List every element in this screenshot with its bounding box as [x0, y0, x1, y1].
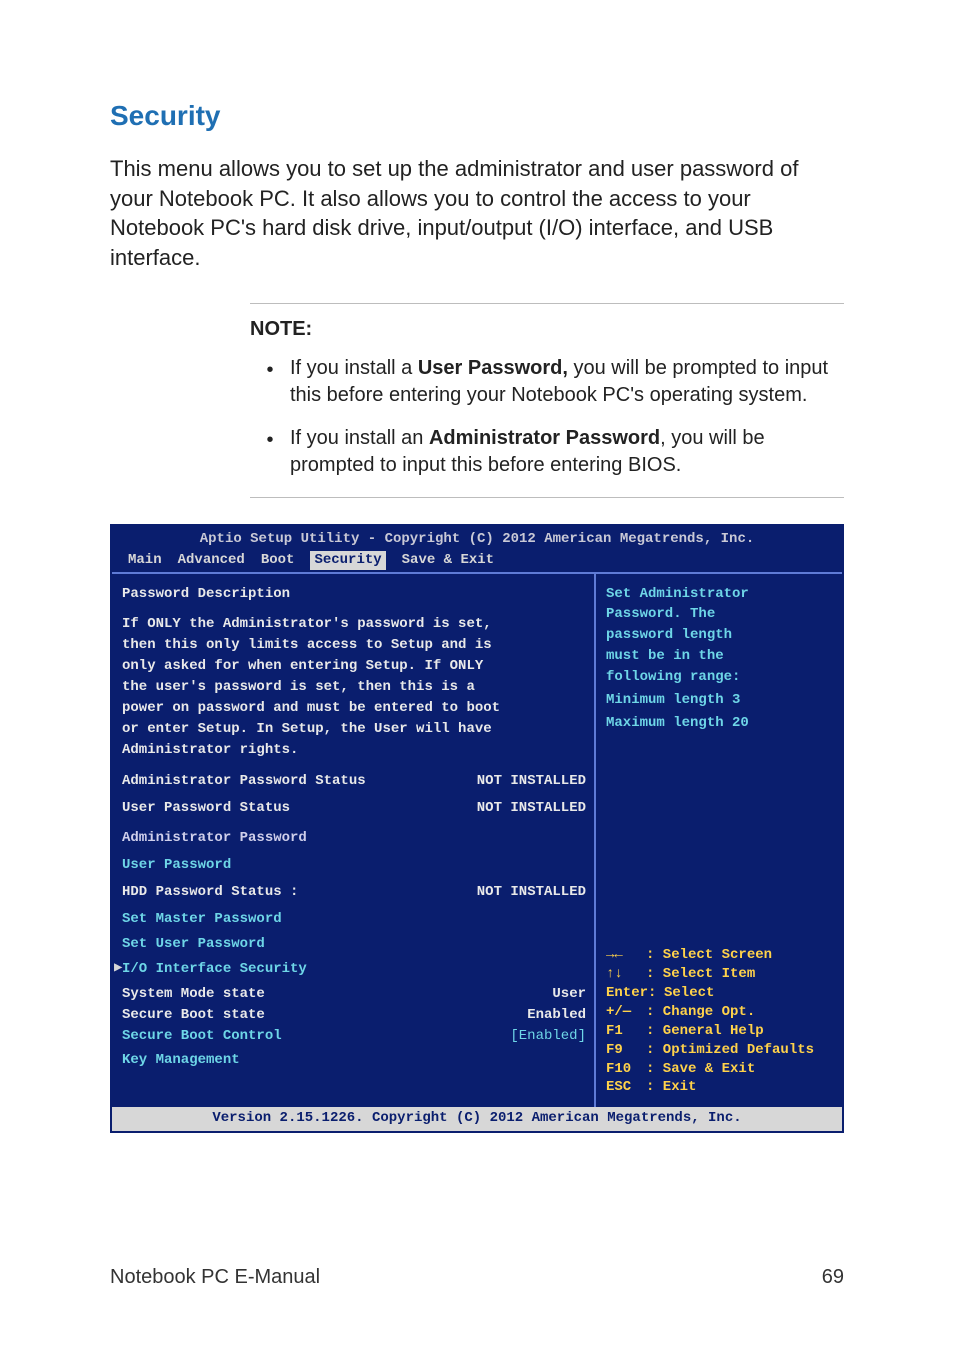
pd-line: then this only limits access to Setup an… [122, 635, 586, 656]
set-user-password: Set User Password [122, 934, 586, 955]
io-interface-security: I/O Interface Security [122, 959, 586, 980]
bios-help-description: Set Administrator Password. The password… [606, 584, 836, 734]
row-value: User [552, 985, 586, 1004]
row-label: Secure Boot state [122, 1006, 265, 1025]
desc-line: following range: [606, 667, 836, 688]
help-key: F9 [606, 1041, 646, 1060]
user-pw-status-row: User Password Status NOT INSTALLED [122, 798, 586, 819]
admin-password-item: Administrator Password [122, 828, 586, 849]
help-key: F1 [606, 1022, 646, 1041]
bios-tab-main: Main [128, 551, 162, 570]
help-text: : Change Opt. [646, 1003, 755, 1022]
row-value: [Enabled] [510, 1027, 586, 1046]
bios-tab-save-exit: Save & Exit [402, 551, 494, 570]
help-key: F10 [606, 1060, 646, 1079]
note-text-pre: If you install a [290, 357, 418, 379]
bios-right-pane: Set Administrator Password. The password… [596, 574, 842, 1108]
bios-key-help: →←: Select Screen ↑↓: Select Item Enter:… [606, 946, 836, 1097]
bios-header: Aptio Setup Utility - Copyright (C) 2012… [112, 526, 842, 551]
set-master-password: Set Master Password [122, 909, 586, 930]
note-item: • If you install an Administrator Passwo… [250, 425, 844, 479]
section-intro: This menu allows you to set up the admin… [110, 154, 844, 273]
help-text: : General Help [646, 1022, 764, 1041]
help-key: →← [606, 946, 646, 965]
secure-boot-control-row: Secure Boot Control [Enabled] [122, 1026, 586, 1047]
admin-pw-status-row: Administrator Password Status NOT INSTAL… [122, 771, 586, 792]
secure-boot-state-row: Secure Boot state Enabled [122, 1005, 586, 1026]
note-item: • If you install a User Password, you wi… [250, 355, 844, 409]
bios-tab-advanced: Advanced [178, 551, 245, 570]
desc-line: password length [606, 625, 836, 646]
pd-title: Password Description [122, 584, 586, 605]
pd-line: If ONLY the Administrator's password is … [122, 614, 586, 635]
bios-tabs: Main Advanced Boot Security Save & Exit [112, 551, 842, 572]
user-password-item: User Password [122, 855, 586, 876]
note-text-bold: Administrator Password [429, 427, 660, 449]
bios-screenshot: Aptio Setup Utility - Copyright (C) 2012… [110, 524, 844, 1133]
row-label: System Mode state [122, 985, 265, 1004]
desc-line: Password. The [606, 604, 836, 625]
bullet-icon: • [250, 355, 290, 409]
help-key: Enter: [606, 984, 664, 1003]
note-title: NOTE: [250, 318, 844, 341]
footer-left: Notebook PC E-Manual [110, 1266, 320, 1289]
bullet-icon: • [250, 425, 290, 479]
pd-line: Administrator rights. [122, 740, 586, 761]
row-label: HDD Password Status : [122, 883, 298, 902]
row-value: NOT INSTALLED [477, 772, 586, 791]
help-text: : Select Screen [646, 946, 772, 965]
help-text: : Save & Exit [646, 1060, 755, 1079]
help-key: +/— [606, 1003, 646, 1022]
pd-line: power on password and must be entered to… [122, 698, 586, 719]
desc-line: Set Administrator [606, 584, 836, 605]
pd-line: the user's password is set, then this is… [122, 677, 586, 698]
system-mode-row: System Mode state User [122, 984, 586, 1005]
pd-line: only asked for when entering Setup. If O… [122, 656, 586, 677]
help-key: ↑↓ [606, 965, 646, 984]
note-block: NOTE: • If you install a User Password, … [250, 303, 844, 498]
help-text: : Exit [646, 1078, 696, 1097]
row-value: Enabled [527, 1006, 586, 1025]
note-text-pre: If you install an [290, 427, 429, 449]
row-value: NOT INSTALLED [477, 799, 586, 818]
row-label: Secure Boot Control [122, 1027, 282, 1046]
desc-line: Minimum length 3 [606, 690, 836, 711]
pd-line: or enter Setup. In Setup, the User will … [122, 719, 586, 740]
desc-line: Maximum length 20 [606, 713, 836, 734]
bios-footer: Version 2.15.1226. Copyright (C) 2012 Am… [112, 1107, 842, 1131]
note-text-bold: User Password, [418, 357, 568, 379]
help-text: : Optimized Defaults [646, 1041, 814, 1060]
bios-tab-boot: Boot [261, 551, 295, 570]
section-heading: Security [110, 100, 844, 132]
page-footer: Notebook PC E-Manual 69 [110, 1266, 844, 1289]
cursor-arrow-icon: ▶ [114, 959, 122, 978]
bios-left-pane: Password Description If ONLY the Adminis… [112, 574, 596, 1108]
row-value: NOT INSTALLED [477, 883, 586, 902]
footer-page-number: 69 [822, 1266, 844, 1289]
row-label: User Password Status [122, 799, 290, 818]
bios-tab-security: Security [310, 551, 385, 570]
desc-line: must be in the [606, 646, 836, 667]
help-text: Select [664, 984, 714, 1003]
help-key: ESC [606, 1078, 646, 1097]
row-label: Administrator Password Status [122, 772, 366, 791]
key-management: Key Management [122, 1050, 586, 1071]
help-text: : Select Item [646, 965, 755, 984]
hdd-pw-status-row: HDD Password Status : NOT INSTALLED [122, 882, 586, 903]
